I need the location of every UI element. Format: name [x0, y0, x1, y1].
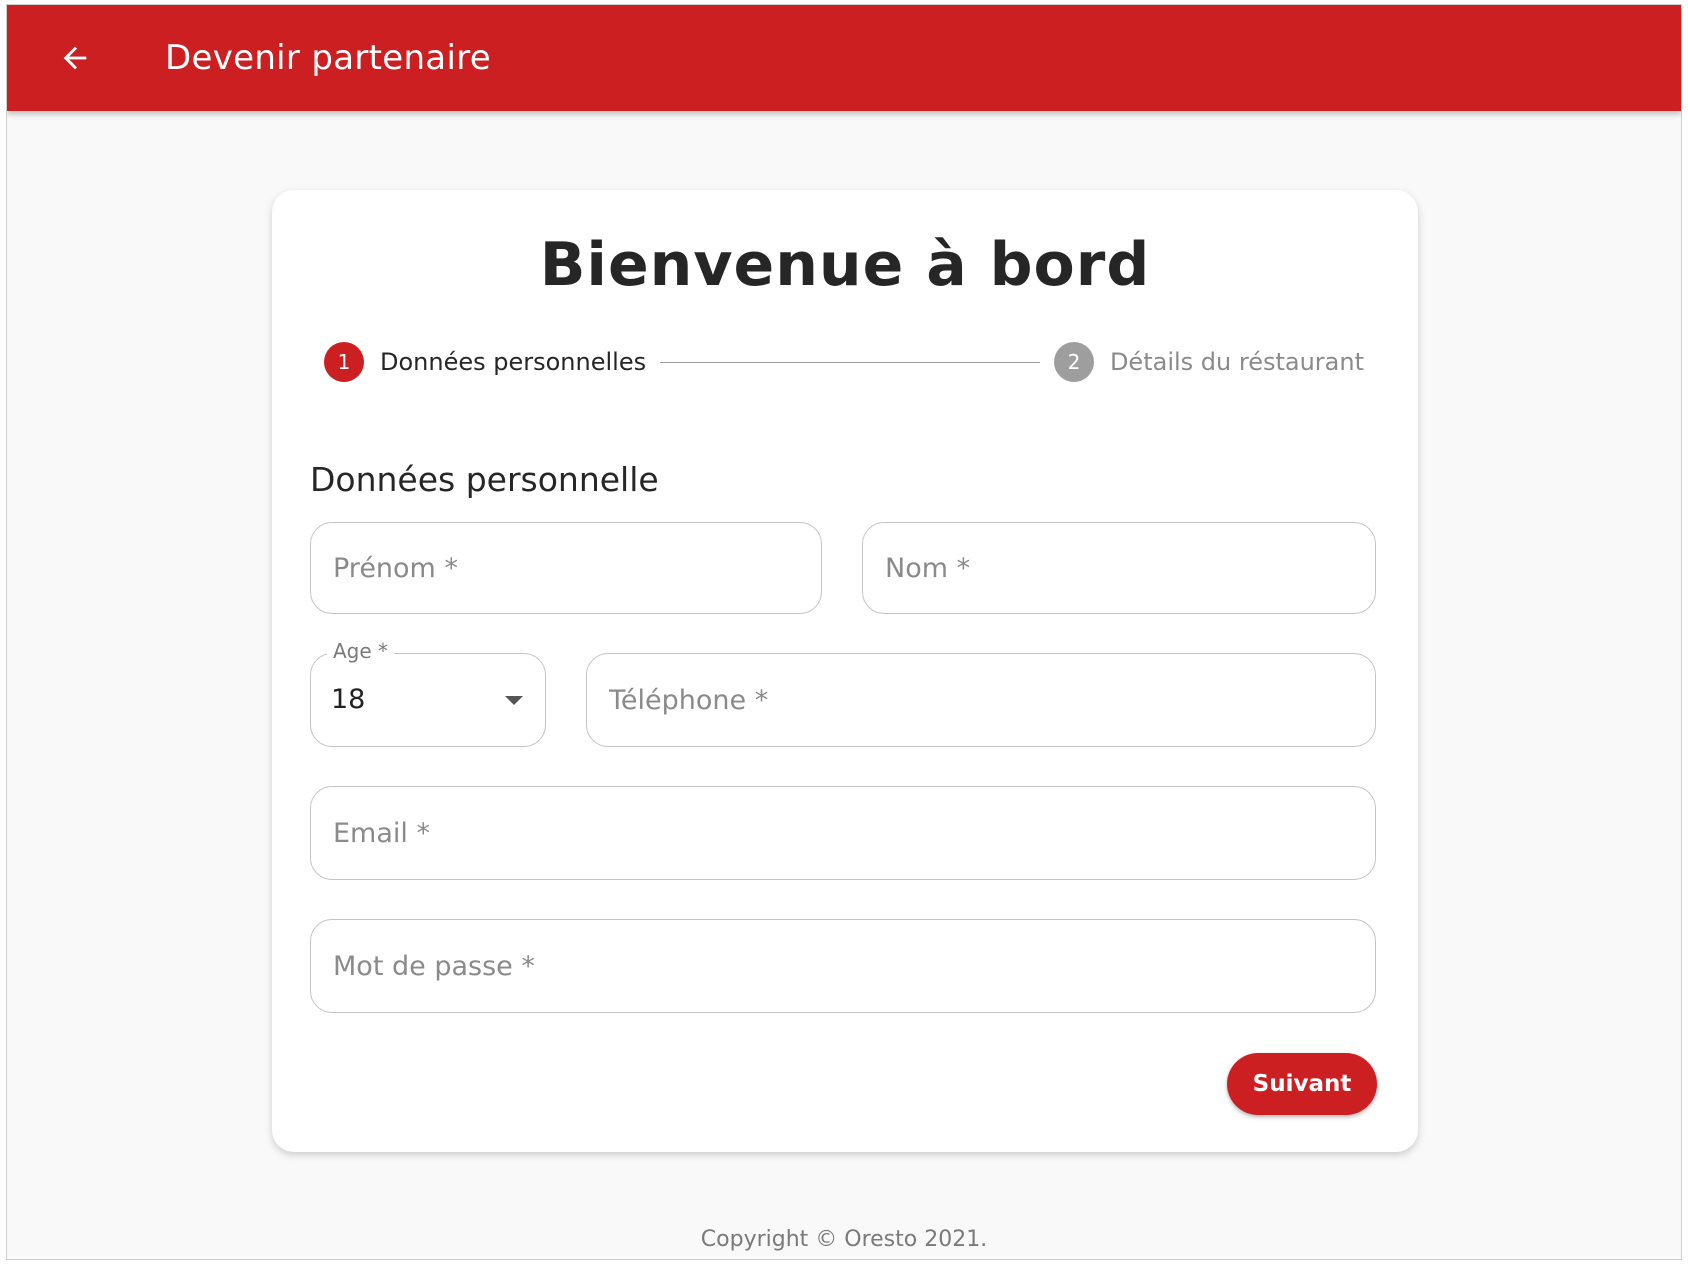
step-1-label: Données personnelles	[380, 348, 647, 376]
app-bar: Devenir partenaire	[7, 5, 1681, 111]
phone-input[interactable]	[609, 654, 1353, 746]
phone-field[interactable]	[586, 653, 1376, 747]
step-connector	[660, 361, 1040, 363]
section-title: Données personnelle	[310, 460, 659, 499]
card-title: Bienvenue à bord	[539, 230, 1151, 300]
email-field[interactable]	[310, 786, 1376, 880]
password-field[interactable]	[310, 919, 1376, 1013]
next-button[interactable]: Suivant	[1227, 1053, 1377, 1115]
step-2-label: Détails du réstaurant	[1109, 348, 1364, 376]
last-name-field[interactable]	[862, 522, 1376, 614]
age-select[interactable]: Age * 18	[310, 639, 546, 747]
arrow-left-icon	[63, 46, 87, 70]
password-input[interactable]	[333, 920, 1353, 1012]
copyright-text: Copyright © Oresto 2021.	[700, 1227, 988, 1252]
stepper: 1 Données personnelles 2 Détails du rést…	[324, 340, 1364, 384]
app-bar-title: Devenir partenaire	[165, 38, 491, 78]
first-name-field[interactable]	[310, 522, 822, 614]
email-input[interactable]	[333, 787, 1353, 879]
caret-down-icon	[505, 696, 523, 705]
back-button[interactable]	[45, 28, 105, 88]
last-name-input[interactable]	[885, 523, 1353, 613]
step-2-indicator: 2	[1053, 342, 1094, 382]
signup-card: Bienvenue à bord 1 Données personnelles …	[272, 190, 1418, 1152]
step-1-indicator: 1	[324, 342, 364, 382]
first-name-input[interactable]	[333, 523, 799, 613]
age-value: 18	[331, 684, 366, 715]
app-window: Devenir partenaire Bienvenue à bord 1 Do…	[6, 4, 1682, 1260]
